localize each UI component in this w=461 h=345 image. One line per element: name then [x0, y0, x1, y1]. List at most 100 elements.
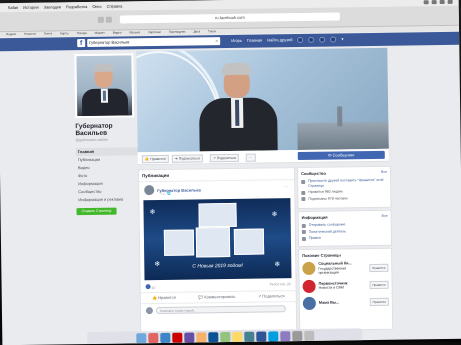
friend-requests-icon[interactable]: [297, 36, 304, 44]
bookmark[interactable]: Такси: [208, 29, 216, 34]
forward-icon[interactable]: [105, 16, 112, 23]
page-nav: Главная Публикации Видео Фото Информация…: [75, 147, 139, 204]
post-card: Публикации Губернатор Васильев 7 ч · 🌐 ·…: [137, 167, 298, 334]
app-icon[interactable]: [219, 332, 230, 343]
bookmark[interactable]: Видео: [113, 31, 122, 36]
notifications-icon[interactable]: [319, 36, 326, 43]
cover-photo[interactable]: [136, 47, 389, 153]
reactions-count[interactable]: 87: [145, 284, 156, 290]
volume-icon[interactable]: [439, 0, 445, 4]
post-image[interactable]: ❄ ❄ ❄ ❄ С Новым 2019 годом!: [143, 198, 292, 281]
menu-safari[interactable]: Safari: [8, 5, 19, 10]
acrobat-icon[interactable]: [171, 332, 182, 343]
edit-row[interactable]: Правка: [299, 234, 391, 242]
back-icon[interactable]: [97, 16, 104, 23]
community-title: Сообщество: [301, 170, 326, 177]
facebook-logo-icon[interactable]: f: [77, 39, 86, 48]
user-profile-link[interactable]: Игорь: [231, 37, 242, 45]
wifi-icon[interactable]: [423, 0, 429, 4]
city-tower: [337, 106, 343, 127]
post-share-button[interactable]: ↗ Поделиться: [258, 291, 285, 301]
help-icon[interactable]: [330, 36, 337, 43]
profile-hair: [93, 63, 114, 72]
like-page-button[interactable]: 👍 Нравится: [141, 154, 169, 164]
post-comment-button[interactable]: 💬 Комментировать: [198, 292, 235, 303]
skype-icon[interactable]: [267, 331, 278, 342]
nav-info-ads[interactable]: Информация и реклама: [76, 195, 138, 204]
safari-icon[interactable]: [159, 332, 170, 344]
account-menu-icon[interactable]: ▾: [341, 35, 343, 43]
category-text: Политический деятель: [308, 228, 346, 234]
more-button[interactable]: ···: [245, 153, 256, 162]
photoshop-icon[interactable]: [207, 332, 218, 343]
app-icon[interactable]: [243, 331, 254, 342]
trash-icon[interactable]: [303, 330, 314, 341]
post-share-label: Поделиться: [262, 293, 285, 299]
related-page-category: Государственная организация: [318, 265, 347, 275]
bookmark[interactable]: Новости: [24, 32, 36, 37]
follow-button[interactable]: ➜ Подписаться: [171, 154, 203, 163]
menu-help[interactable]: Справка: [107, 3, 123, 8]
app-icon[interactable]: [291, 331, 302, 342]
related-like-button[interactable]: Нравится: [369, 263, 389, 272]
spotlight-icon[interactable]: [447, 0, 453, 4]
bookmark[interactable]: Погода: [77, 31, 87, 36]
followers-row: Подписаны 978 человек: [298, 194, 390, 202]
related-page-logo: [302, 296, 316, 310]
bookmark[interactable]: Картинки: [148, 30, 161, 35]
related-page-text: Социальный би... Государственная организа…: [318, 261, 362, 275]
info-box: Информация Все Отправить сообщение Полит…: [297, 209, 393, 248]
indesign-icon[interactable]: [183, 332, 194, 343]
address-bar[interactable]: ru.facebook.com: [119, 12, 340, 24]
menu-history[interactable]: История: [23, 5, 39, 10]
profile-picture[interactable]: [74, 53, 135, 119]
related-like-button[interactable]: Нравится: [369, 280, 389, 290]
share-page-label: Поделиться: [216, 155, 237, 161]
related-page-item[interactable]: Мама Вы... Нравится: [300, 293, 392, 311]
post-options-icon[interactable]: ···: [283, 184, 288, 190]
bookmark[interactable]: Музыка: [129, 30, 140, 35]
bookmark[interactable]: Переводчик: [169, 30, 186, 35]
profile-sidebar: Губернатор Васильев @gubernator.vasiliev…: [74, 53, 139, 216]
comment-input[interactable]: Напишите комментарий...: [155, 305, 286, 315]
image-caption: С Новым 2019 годом!: [192, 262, 243, 270]
related-title: Похожие Страницы: [302, 252, 341, 259]
find-friends-link[interactable]: Найти друзей: [267, 36, 292, 44]
battery-icon[interactable]: [431, 0, 437, 4]
related-page-name[interactable]: Мама Вы...: [319, 300, 363, 305]
bookmark[interactable]: Яндекс: [6, 32, 16, 37]
avatar[interactable]: [144, 185, 155, 196]
home-link[interactable]: Главная: [247, 37, 262, 45]
bookmark[interactable]: Карты: [60, 31, 69, 36]
invite-text: Пригласите друзей поставить "Нравится" э…: [308, 177, 384, 188]
menu-develop[interactable]: Разработка: [66, 4, 87, 9]
search-input[interactable]: Губернатор Васильев ⌕: [87, 37, 221, 47]
bookmark[interactable]: Диск: [193, 29, 200, 34]
menu-bookmarks[interactable]: Закладки: [44, 4, 61, 9]
snowflake-icon: ❄: [271, 211, 278, 219]
related-page-item[interactable]: Первоисточник Новости и СМИ Нравится: [299, 276, 391, 294]
post-timestamp[interactable]: 7 ч · 🌐: [160, 192, 171, 196]
bookmark[interactable]: Маркет: [95, 31, 105, 36]
create-page-button[interactable]: Создать Страницу: [76, 207, 117, 216]
send-message-button[interactable]: ✉ Сообщение: [297, 150, 385, 161]
bookmark[interactable]: Почта: [44, 31, 52, 36]
cover-hair: [221, 62, 252, 76]
messenger-icon[interactable]: [308, 36, 315, 43]
related-page-item[interactable]: Социальный би... Государственная организа…: [299, 259, 391, 278]
word-icon[interactable]: [255, 331, 266, 342]
pencil-icon: [301, 236, 306, 241]
post-author-row: Губернатор Васильев: [144, 184, 201, 196]
illustrator-icon[interactable]: [195, 332, 206, 343]
share-page-button[interactable]: ↗ Поделиться: [209, 153, 240, 163]
reposts-count[interactable]: Репостов: 20: [270, 282, 291, 288]
post-like-button[interactable]: 👍 Нравится: [152, 293, 176, 303]
community-see-all[interactable]: Все: [381, 170, 387, 175]
info-see-all[interactable]: Все: [382, 214, 388, 219]
app-icon[interactable]: [279, 331, 290, 342]
related-like-button[interactable]: Нравится: [369, 297, 389, 307]
search-icon[interactable]: ⌕: [215, 38, 218, 44]
city-skyline: [297, 121, 389, 151]
menu-window[interactable]: Окно: [92, 4, 101, 9]
app-icon[interactable]: [231, 331, 242, 342]
